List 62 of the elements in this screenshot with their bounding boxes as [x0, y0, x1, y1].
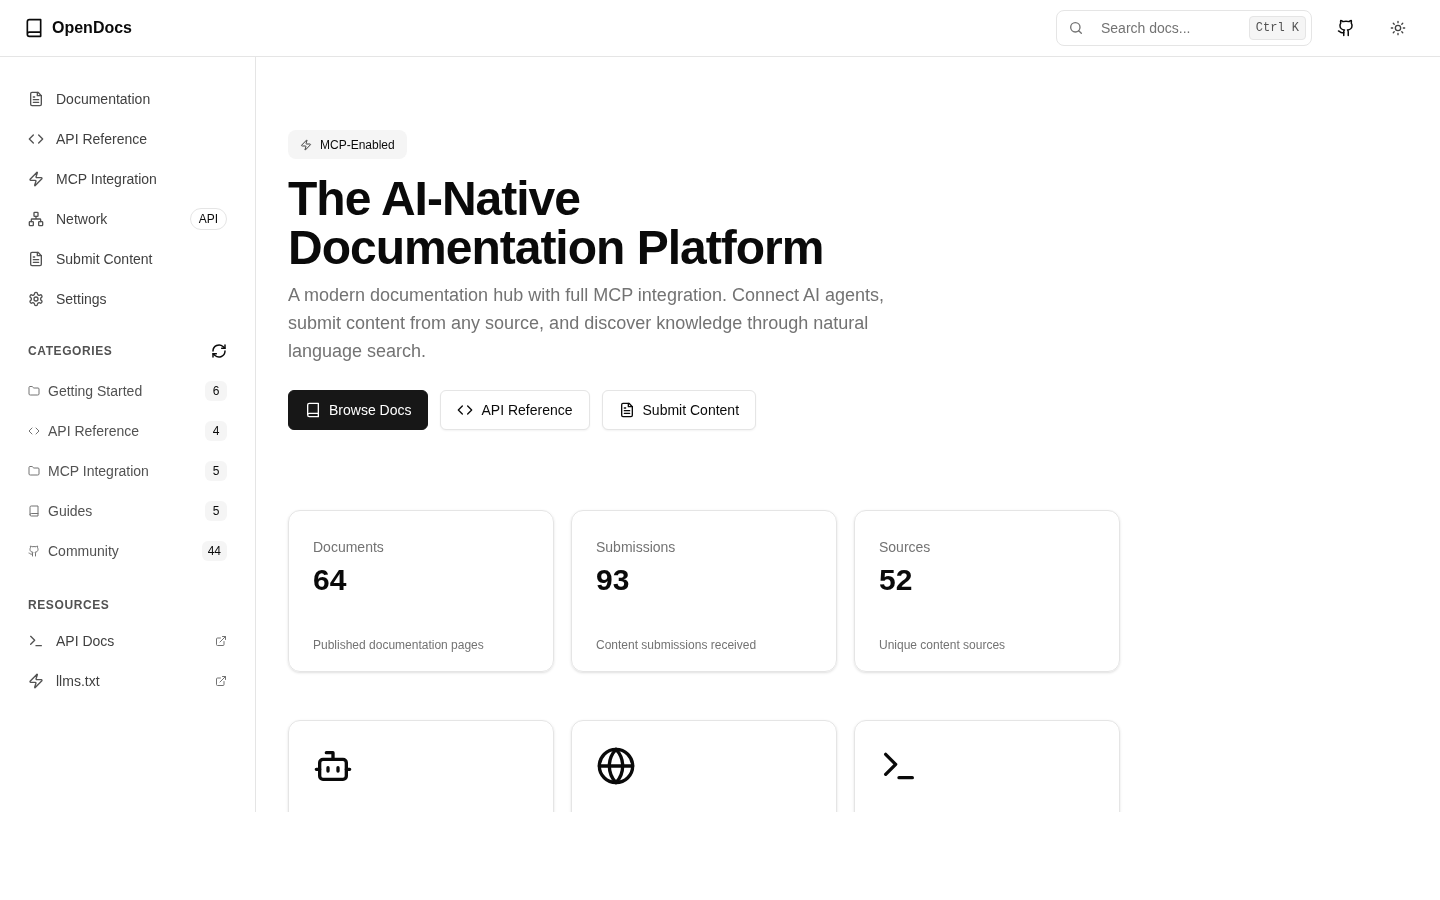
stat-label: Documents [313, 538, 385, 557]
sidebar-nav-item[interactable]: Documentation [16, 79, 239, 119]
action-button[interactable]: Submit Content [601, 390, 757, 430]
category-item[interactable]: Getting Started 6 [16, 371, 239, 411]
sidebar-nav-item[interactable]: Network API [16, 199, 239, 239]
stat-caption: Published documentation pages [313, 637, 485, 654]
section-heading: CATEGORIES [28, 343, 113, 360]
count-badge: 44 [201, 541, 227, 561]
code-icon [28, 131, 44, 147]
sun-icon [1390, 20, 1406, 36]
feature-badge: MCP-Enabled [288, 130, 407, 159]
category-item[interactable]: Community 44 [16, 531, 239, 571]
count-badge: 5 [205, 461, 227, 481]
terminal-icon [28, 633, 44, 649]
external-link-icon [215, 635, 227, 647]
sidebar-nav-item[interactable]: API Reference [16, 119, 239, 159]
file-icon [28, 91, 44, 107]
network-icon [28, 211, 44, 227]
refresh-icon[interactable] [211, 343, 227, 359]
stat-label: Sources [879, 538, 932, 557]
sidebar-nav-item[interactable]: Submit Content [16, 239, 239, 279]
search-icon [1068, 20, 1084, 36]
github-icon [28, 545, 40, 557]
stat-value: 52 [879, 562, 914, 598]
category-item[interactable]: MCP Integration 5 [16, 451, 239, 491]
globe-icon [596, 746, 636, 786]
resource-link[interactable]: llms.txt [16, 661, 239, 701]
hero-title: The AI-Native Documentation Platform [288, 174, 825, 272]
count-badge: 5 [205, 501, 227, 521]
book-icon [28, 505, 40, 517]
folder-icon [28, 385, 40, 397]
category-item[interactable]: Guides 5 [16, 491, 239, 531]
folder-icon [28, 465, 40, 477]
category-item[interactable]: API Reference 4 [16, 411, 239, 451]
count-badge: 4 [205, 421, 227, 441]
lightning-icon [28, 171, 44, 187]
stat-caption: Unique content sources [879, 637, 1007, 654]
code-icon [457, 402, 474, 418]
stat-caption: Content submissions received [596, 637, 758, 654]
book-icon [305, 402, 321, 418]
action-button[interactable]: Browse Docs [288, 390, 429, 430]
logo-text[interactable]: OpenDocs [52, 16, 132, 40]
section-heading: RESOURCES [28, 597, 110, 614]
stat-value: 93 [596, 562, 631, 598]
stat-label: Submissions [596, 538, 677, 557]
sidebar-nav-item[interactable]: MCP Integration [16, 159, 239, 199]
count-badge: 6 [205, 381, 227, 401]
book-icon [24, 18, 44, 38]
code-icon [28, 425, 40, 437]
external-link-icon [215, 675, 227, 687]
action-button[interactable]: API Reference [440, 390, 590, 430]
lightning-icon [300, 138, 312, 151]
hero-description: A modern documentation hub with full MCP integration. Connect AI agents, submit content from any source, and discover knowledge through natural language search. [288, 284, 886, 363]
lightning-icon [28, 673, 44, 689]
settings-icon [28, 291, 44, 307]
file-icon [28, 251, 44, 267]
github-icon [1337, 19, 1355, 37]
file-icon [618, 402, 635, 418]
keyboard-shortcut: Ctrl K [1248, 16, 1306, 40]
resource-link[interactable]: API Docs [16, 621, 239, 661]
stat-value: 64 [313, 562, 348, 598]
sidebar-nav-item[interactable]: Settings [16, 279, 239, 319]
